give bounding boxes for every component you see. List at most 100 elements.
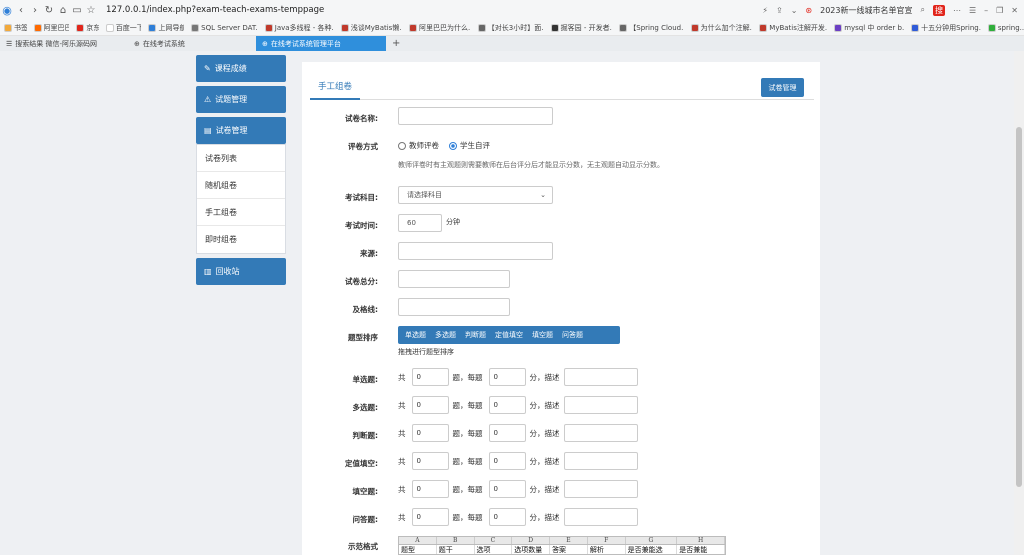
sidebar-item-recycle-bin[interactable]: ▥ 回收站 (196, 258, 286, 285)
bookmark-icon (987, 23, 996, 32)
sidebar-item-question-manage[interactable]: ⚠ 试题管理 (196, 86, 286, 113)
sidebar-subitem-paper-list[interactable]: 试卷列表 (197, 145, 285, 172)
bookmark-item[interactable]: 阿里巴巴为什么... (409, 23, 471, 33)
subject-select[interactable]: 请选择科目 ⌄ (398, 186, 553, 204)
exam-time-input[interactable]: 60 (398, 214, 442, 232)
hot-search-badge[interactable]: 搜 (932, 4, 945, 16)
sidebar-item-course-scores[interactable]: ✎ 课程成绩 (196, 55, 286, 82)
question-score-input[interactable]: 0 (488, 368, 526, 386)
question-count-input[interactable]: 0 (411, 452, 449, 470)
sidebar-subitem-random-paper[interactable]: 随机组卷 (197, 172, 285, 199)
question-score-input[interactable]: 0 (488, 452, 526, 470)
bookmark-icon (409, 23, 418, 32)
question-type-label: 单选题: (352, 375, 379, 384)
eval-option-student[interactable]: 学生自评 (449, 140, 490, 151)
lightning-icon[interactable]: ⚡ (762, 6, 768, 15)
back-icon[interactable]: ‹ (14, 5, 28, 16)
scrollbar-thumb[interactable] (1016, 127, 1022, 487)
sort-item-fill[interactable]: 填空题 (532, 330, 553, 340)
bookmark-item[interactable]: 书签 (4, 23, 27, 33)
question-score-input[interactable]: 0 (488, 424, 526, 442)
question-count-input[interactable]: 0 (411, 480, 449, 498)
tab-exam-admin[interactable]: ⊕ 在线考试系统管理平台 (256, 36, 386, 51)
sort-item-fixed-fill[interactable]: 定值填空 (495, 330, 523, 340)
question-score-input[interactable]: 0 (488, 508, 526, 526)
sheet-cell: 题型 (399, 545, 437, 554)
bookmark-item[interactable]: 掘客园 - 开发者... (550, 23, 612, 33)
points-desc-text: 分，描述 (529, 400, 560, 410)
question-desc-input[interactable] (563, 368, 638, 386)
sort-item-qa[interactable]: 问答题 (562, 330, 583, 340)
bookmark-item[interactable]: 阿里巴巴 (33, 23, 69, 33)
question-count-input[interactable]: 0 (411, 508, 449, 526)
sidebar-item-paper-manage[interactable]: ▤ 试卷管理 (196, 117, 286, 144)
tab-manual-paper[interactable]: 手工组卷 (310, 74, 361, 100)
minimize-icon[interactable]: – (984, 6, 988, 15)
hot-search-text[interactable]: 2023新一线城市名单官宣 (820, 5, 912, 16)
tab-exam-system[interactable]: ⊕ 在线考试系统 (128, 36, 256, 51)
new-tab-button[interactable]: + (386, 36, 400, 51)
menu-icon[interactable]: ☰ (969, 6, 976, 15)
wrench-icon: ✎ (204, 64, 211, 73)
bookmark-item[interactable]: SQL Server DAT... (191, 23, 258, 32)
question-count-input[interactable]: 0 (411, 368, 449, 386)
page-scrollbar[interactable] (1014, 51, 1024, 555)
bookmark-item[interactable]: 十五分钟用Spring... (911, 23, 981, 33)
close-icon[interactable]: ✕ (1011, 6, 1018, 15)
sidebar-subitem-manual-paper[interactable]: 手工组卷 (197, 199, 285, 226)
bookmark-item[interactable]: mysql 中 order b... (834, 23, 904, 33)
sidebar-subitem-instant-paper[interactable]: 即时组卷 (197, 226, 285, 253)
question-type-row: 共 0 题，每题 0 分，描述 (398, 480, 638, 498)
pass-line-input[interactable] (398, 298, 510, 316)
total-score-input[interactable] (398, 270, 510, 288)
bookmark-icon (834, 23, 843, 32)
search-icon[interactable]: ⌕ (920, 5, 924, 15)
question-desc-input[interactable] (563, 480, 638, 498)
bookmark-item[interactable]: 【对长3小时】面... (477, 23, 544, 33)
bookmark-item[interactable]: 【Spring Cloud... (619, 23, 684, 33)
question-score-input[interactable]: 0 (488, 396, 526, 414)
sort-item-judge[interactable]: 判断题 (465, 330, 486, 340)
tab-label: 在线考试系统管理平台 (270, 39, 341, 48)
forward-icon[interactable]: › (28, 5, 42, 16)
question-desc-input[interactable] (563, 424, 638, 442)
address-bar[interactable]: 127.0.0.1/index.php?exam-teach-exams-tem… (106, 5, 646, 15)
reload-icon[interactable]: ↻ (42, 5, 56, 16)
bookmark-item[interactable]: 上网导航 (148, 23, 184, 33)
tab-bar: ☰ 搜索结果 微信-阿乐源码网 ⊕ 在线考试系统 ⊕ 在线考试系统管理平台 + (0, 36, 1024, 51)
example-format-label: 示范格式 (348, 542, 378, 551)
question-count-input[interactable]: 0 (411, 424, 449, 442)
eval-option-teacher[interactable]: 教师评卷 (398, 140, 439, 151)
sheet-cell: 选项数量 (512, 545, 551, 554)
restore-icon[interactable]: ❐ (996, 6, 1003, 15)
paper-manage-button[interactable]: 试卷管理 (761, 78, 804, 97)
bookmark-item[interactable]: 百度一下 (105, 23, 141, 33)
sort-item-single[interactable]: 单选题 (405, 330, 426, 340)
bookmark-icon (264, 23, 273, 32)
home-icon[interactable]: ⌂ (56, 5, 70, 16)
bookmark-item[interactable]: Java多线程 - 各种... (264, 23, 334, 33)
bookmark-icon (76, 23, 85, 32)
question-score-input[interactable]: 0 (488, 480, 526, 498)
question-desc-input[interactable] (563, 508, 638, 526)
bookmark-icon (690, 23, 699, 32)
bookmark-item[interactable]: MyBatis注解开发... (759, 23, 827, 33)
bookmark-item[interactable]: 为什么加个注解... (690, 23, 752, 33)
sort-item-multi[interactable]: 多选题 (435, 330, 456, 340)
share-icon[interactable]: ⇪ (776, 6, 783, 15)
paper-name-input[interactable] (398, 107, 553, 125)
bookmark-item[interactable]: spring... (987, 23, 1024, 32)
more-icon[interactable]: ⋯ (953, 6, 961, 15)
tab-search-results[interactable]: ☰ 搜索结果 微信-阿乐源码网 (0, 36, 128, 51)
source-input[interactable] (398, 242, 553, 260)
question-desc-input[interactable] (563, 396, 638, 414)
question-count-input[interactable]: 0 (411, 396, 449, 414)
question-desc-input[interactable] (563, 452, 638, 470)
reader-icon[interactable]: ▭ (70, 5, 84, 16)
chevron-down-icon[interactable]: ⌄ (791, 6, 798, 15)
per-question-text: 题，每题 (452, 372, 483, 382)
star-icon[interactable]: ☆ (84, 5, 98, 16)
bookmark-item[interactable]: 浅谈MyBatis懒... (340, 23, 402, 33)
question-type-row: 共 0 题，每题 0 分，描述 (398, 508, 638, 526)
bookmark-item[interactable]: 京东 (76, 23, 99, 33)
